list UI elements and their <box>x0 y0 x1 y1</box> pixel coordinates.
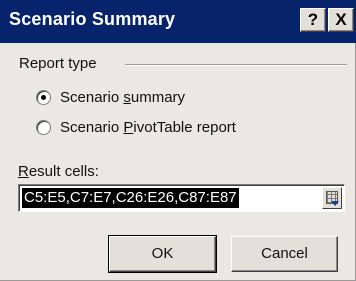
radio-scenario-pivottable[interactable]: Scenario PivotTable report <box>36 117 236 137</box>
title-bar[interactable]: Scenario Summary ? X <box>0 0 356 43</box>
collapse-dialog-button[interactable] <box>322 187 342 209</box>
report-type-group-label: Report type <box>19 55 97 72</box>
result-cells-value[interactable]: C5:E5,C7:E7,C26:E26,C87:E87 <box>22 188 239 208</box>
radio-scenario-summary[interactable]: Scenario summary <box>36 87 185 107</box>
window-title: Scenario Summary <box>9 9 176 29</box>
cancel-button[interactable]: Cancel <box>231 236 338 272</box>
radio-selected-icon[interactable] <box>36 89 51 105</box>
scenario-summary-dialog: Scenario Summary ? X Report type Scenari… <box>0 0 356 281</box>
group-divider <box>125 64 347 66</box>
radio-label-scenario-pivottable: Scenario PivotTable report <box>60 118 236 136</box>
result-cells-label: Result cells: <box>18 163 99 180</box>
result-cells-input[interactable]: C5:E5,C7:E7,C26:E26,C87:E87 <box>18 184 345 212</box>
help-button[interactable]: ? <box>300 8 326 32</box>
radio-label-scenario-summary: Scenario summary <box>60 88 186 106</box>
radio-unselected-icon[interactable] <box>36 119 51 135</box>
close-icon: X <box>335 10 347 29</box>
close-button[interactable]: X <box>328 8 354 32</box>
ok-button[interactable]: OK <box>108 235 217 273</box>
help-icon: ? <box>307 10 319 29</box>
arrow-down-icon <box>331 201 339 206</box>
